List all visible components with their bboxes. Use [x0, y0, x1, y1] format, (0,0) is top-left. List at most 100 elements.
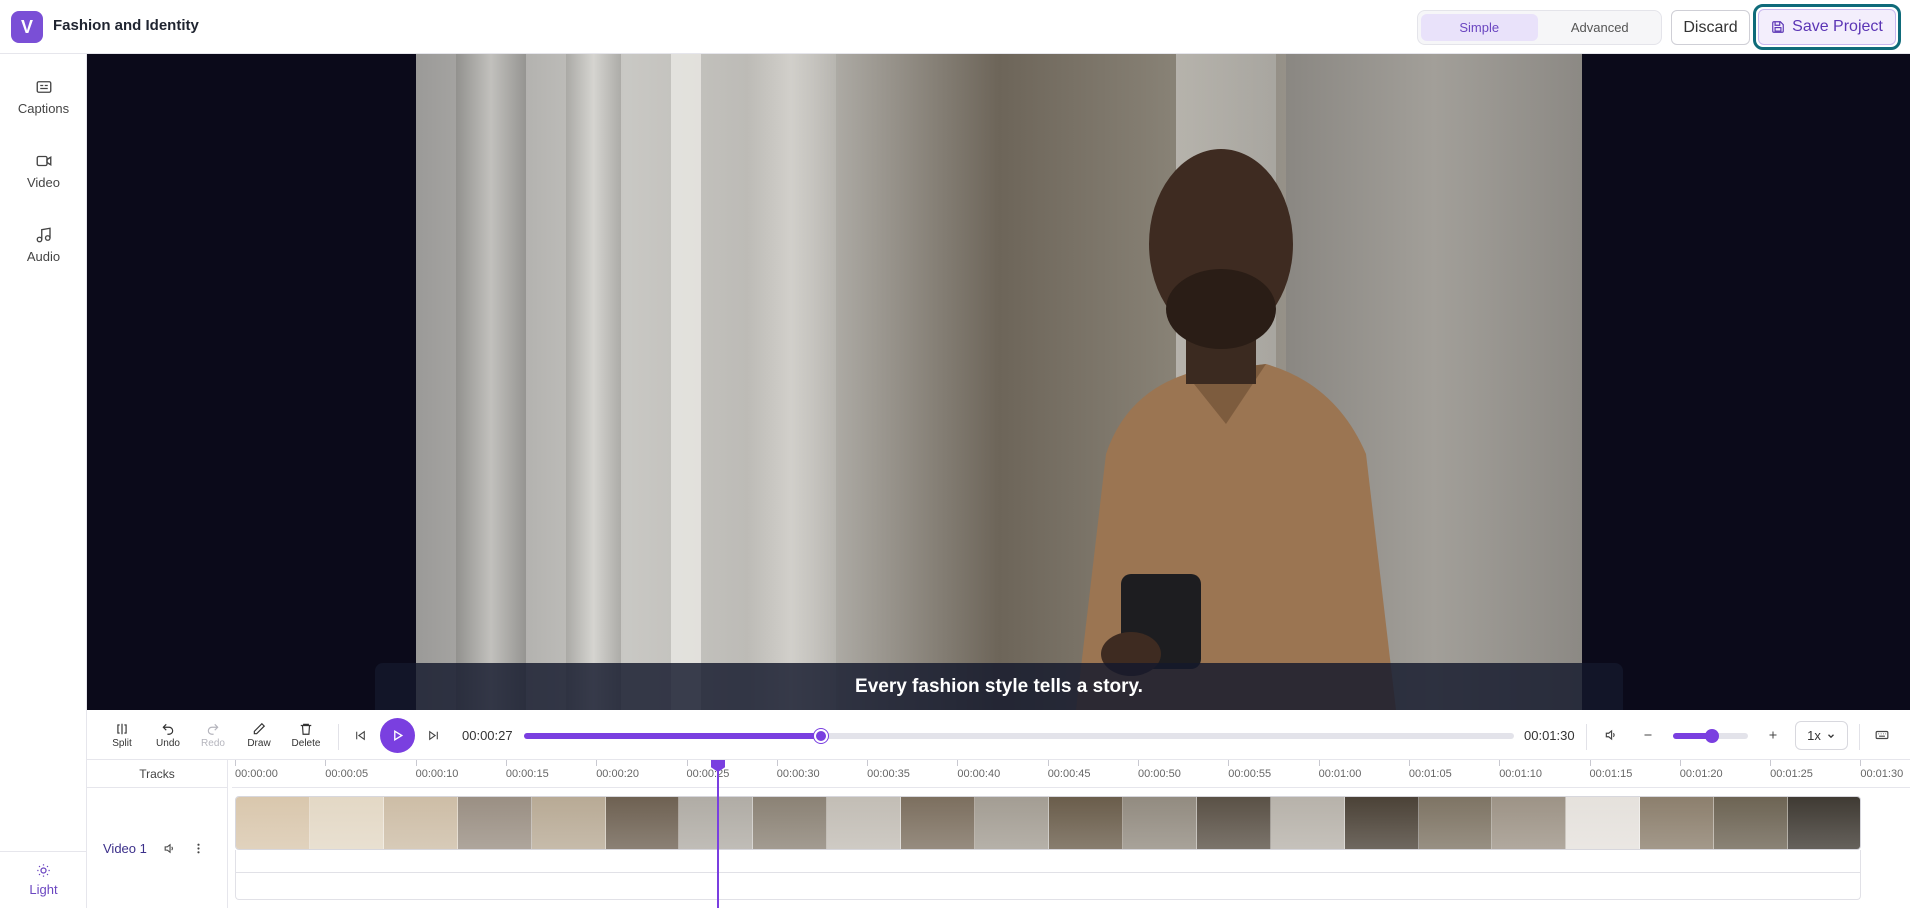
current-time: 00:00:27	[462, 728, 513, 743]
top-bar: V Fashion and Identity Simple Advanced D…	[0, 0, 1910, 54]
volume-down-button[interactable]	[1639, 726, 1657, 744]
clip-thumbnail	[1566, 797, 1641, 849]
clip-thumbnail	[236, 797, 310, 849]
toolbar-divider	[1859, 724, 1860, 750]
ruler-tick: 00:00:40	[957, 760, 1001, 780]
speed-value: 1x	[1807, 728, 1821, 743]
clip-thumbnail	[1418, 797, 1493, 849]
theme-toggle[interactable]: Light	[0, 851, 87, 908]
save-project-focus-ring: Save Project	[1753, 4, 1901, 50]
total-time: 00:01:30	[1524, 728, 1575, 743]
chevron-down-icon	[1827, 733, 1834, 738]
progress-handle[interactable]	[814, 729, 828, 743]
clip-thumbnail	[605, 797, 680, 849]
empty-track-lane[interactable]	[235, 850, 1861, 900]
volume-up-button[interactable]	[1764, 726, 1782, 744]
split-label: Split	[112, 738, 132, 749]
toolbar-divider	[1586, 724, 1587, 750]
clip-thumbnail	[1196, 797, 1271, 849]
plus-icon	[1769, 731, 1777, 739]
split-button[interactable]: Split	[100, 722, 144, 749]
theme-label: Light	[29, 882, 58, 897]
clip-thumbnail	[1344, 797, 1419, 849]
background-pillar	[746, 54, 836, 710]
volume-handle[interactable]	[1705, 729, 1719, 743]
sidebar-item-label: Captions	[17, 101, 70, 116]
video-clip[interactable]	[235, 796, 1861, 850]
ruler-tick: 00:00:20	[596, 760, 640, 780]
clip-thumbnail	[827, 797, 902, 849]
ruler-tick: 00:00:05	[325, 760, 369, 780]
tracks-header: Tracks	[87, 760, 228, 788]
progress-slider[interactable]	[524, 729, 1514, 743]
floppy-disk-icon	[1772, 21, 1784, 33]
sun-icon	[37, 864, 50, 877]
project-title: Fashion and Identity	[53, 17, 199, 34]
more-vertical-icon[interactable]	[192, 842, 205, 855]
sidebar-item-video[interactable]: Video	[0, 140, 87, 202]
sidebar-item-captions[interactable]: Captions	[0, 66, 87, 128]
minus-icon	[1644, 734, 1652, 736]
captions-icon	[36, 81, 51, 93]
clip-thumbnail	[457, 797, 532, 849]
ruler-tick: 00:00:50	[1138, 760, 1181, 780]
playback-controls: Split Undo Redo Draw Delete 00:00:27 00:…	[87, 710, 1910, 760]
delete-button[interactable]: Delete	[284, 722, 328, 749]
background-pillar	[456, 54, 526, 710]
undo-button[interactable]: Undo	[146, 722, 190, 749]
mute-button[interactable]	[1602, 726, 1620, 744]
ruler-tick: 00:01:30	[1860, 760, 1904, 780]
draw-label: Draw	[247, 738, 271, 749]
keyboard-shortcuts-button[interactable]	[1873, 726, 1891, 744]
clip-thumbnail	[383, 797, 458, 849]
track-header-video-1: Video 1	[87, 788, 228, 908]
discard-button[interactable]: Discard	[1671, 10, 1750, 45]
clip-thumbnail	[1640, 797, 1715, 849]
background-pillar	[566, 54, 621, 710]
clip-thumbnail	[1788, 797, 1860, 849]
ruler-tick: 00:01:00	[1318, 760, 1362, 780]
play-button[interactable]	[380, 718, 415, 753]
undo-label: Undo	[156, 738, 180, 749]
volume-icon	[1605, 729, 1615, 741]
save-project-label: Save Project	[1792, 18, 1883, 35]
ruler-tick: 00:00:35	[867, 760, 910, 780]
caption-overlay[interactable]: Every fashion style tells a story.	[375, 663, 1623, 710]
video-frame	[416, 54, 1582, 710]
speed-select[interactable]: 1x	[1795, 721, 1848, 750]
caption-text: Every fashion style tells a story.	[855, 675, 1143, 697]
volume-slider[interactable]	[1673, 729, 1748, 743]
mode-advanced-button[interactable]: Advanced	[1542, 14, 1659, 41]
clip-thumbnail	[1714, 797, 1789, 849]
skip-back-button[interactable]	[351, 726, 369, 744]
clip-thumbnail	[753, 797, 828, 849]
timeline: Tracks 00:00:00 00:00:05 00:00:10 00:00:15 0…	[87, 760, 1910, 908]
draw-button[interactable]: Draw	[237, 722, 281, 749]
ruler-tick: 00:01:15	[1589, 760, 1633, 780]
ruler-tick: 00:00:30	[776, 760, 820, 780]
app-logo[interactable]: V	[11, 11, 43, 43]
clip-thumbnail	[901, 797, 976, 849]
video-preview[interactable]: Every fashion style tells a story.	[87, 54, 1910, 710]
person-figure	[1076, 149, 1396, 710]
track-volume-icon[interactable]	[163, 842, 176, 855]
ruler-tick: 00:01:25	[1770, 760, 1813, 780]
music-note-icon	[36, 227, 51, 243]
clip-thumbnail	[1122, 797, 1197, 849]
redo-button[interactable]: Redo	[191, 722, 235, 749]
play-icon	[394, 729, 404, 742]
clip-thumbnail	[1048, 797, 1123, 849]
redo-label: Redo	[201, 738, 225, 749]
redo-icon	[207, 723, 219, 735]
save-project-button[interactable]: Save Project	[1758, 9, 1896, 45]
undo-icon	[162, 723, 174, 735]
skip-forward-button[interactable]	[424, 726, 442, 744]
sidebar: Captions Video Audio Light	[0, 54, 87, 908]
background-light	[671, 54, 701, 710]
sidebar-item-audio[interactable]: Audio	[0, 214, 87, 276]
pencil-icon	[253, 722, 266, 735]
mode-simple-button[interactable]: Simple	[1421, 14, 1538, 41]
playhead[interactable]	[717, 760, 719, 908]
time-ruler[interactable]: 00:00:00 00:00:05 00:00:10 00:00:15 00:00:20…	[232, 760, 1910, 788]
ruler-tick: 00:01:05	[1408, 760, 1452, 780]
